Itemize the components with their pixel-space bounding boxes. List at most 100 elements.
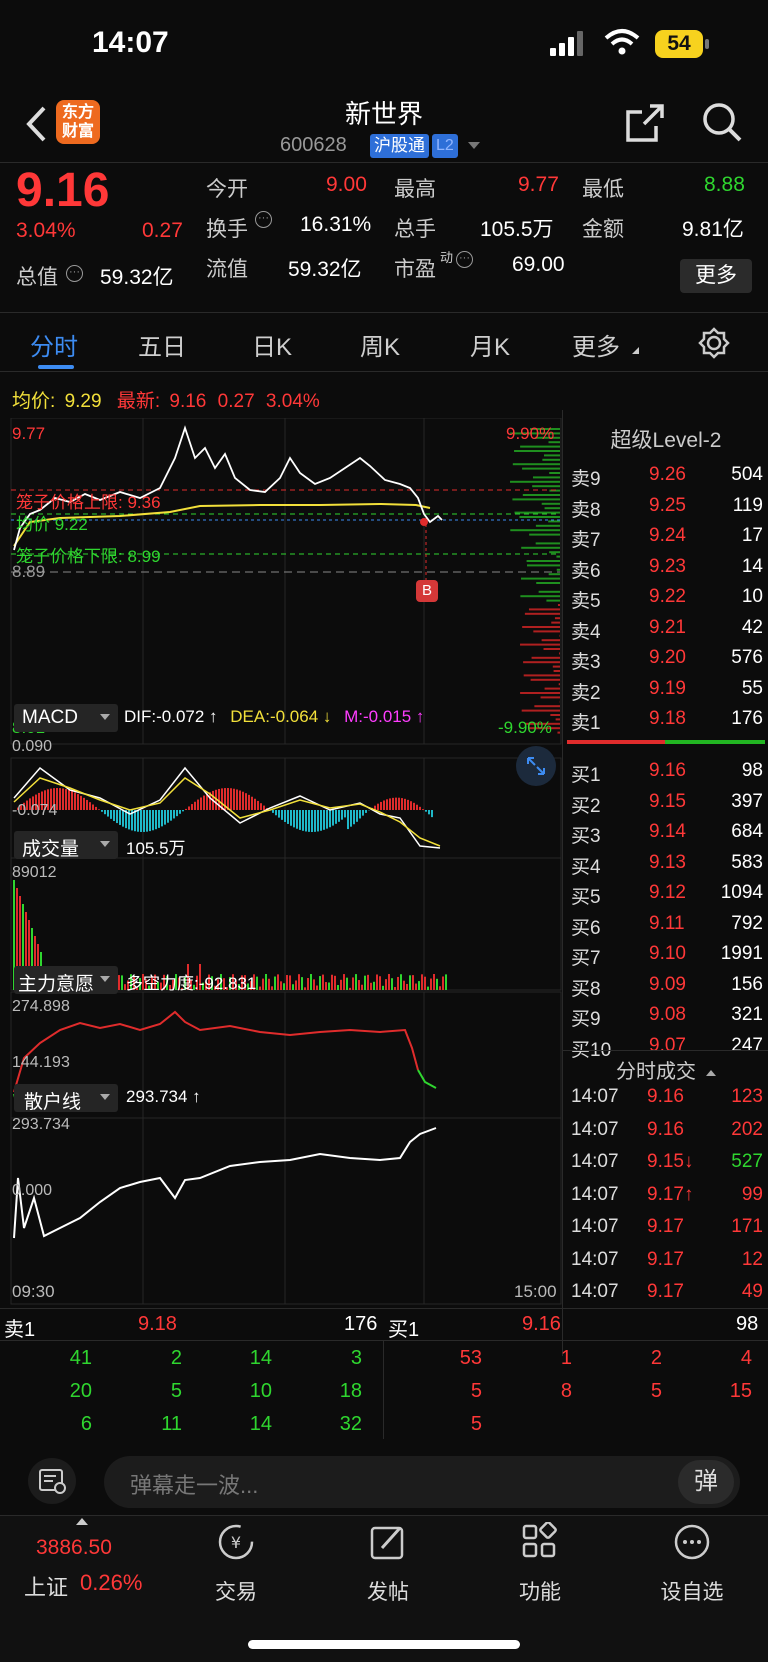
ask-row[interactable]: 卖8 9.25 119 bbox=[563, 491, 768, 521]
ask-row[interactable]: 卖2 9.19 55 bbox=[563, 674, 768, 704]
volume-bar bbox=[436, 978, 438, 990]
depth-bar bbox=[521, 577, 560, 580]
search-icon[interactable] bbox=[700, 100, 744, 144]
macd-bar bbox=[146, 810, 148, 832]
depth-bar bbox=[522, 626, 560, 628]
latest-change: 0.27 bbox=[217, 391, 255, 412]
volume-selector[interactable]: 成交量 bbox=[14, 831, 118, 860]
chevron-up-icon bbox=[706, 1069, 716, 1076]
ask-row[interactable]: 卖5 9.22 10 bbox=[563, 582, 768, 612]
latest-label: 最新: bbox=[116, 391, 161, 412]
bottom-nav: 3886.50 上证 0.26% ¥ 交易 发帖 功能 设自选 bbox=[0, 1515, 768, 1662]
queue-ask-label: 卖1 bbox=[4, 1319, 36, 1341]
ask-queue-order: 3 bbox=[350, 1347, 362, 1369]
bid-level-label: 买1 bbox=[571, 765, 601, 786]
chevron-down-icon bbox=[100, 976, 110, 982]
retail-selector[interactable]: 散户线 bbox=[14, 1084, 118, 1113]
amount-label: 金额 bbox=[582, 218, 624, 241]
trades-header[interactable]: 分时成交 bbox=[563, 1050, 768, 1083]
order-queue-panel: 卖1 9.18 176 买1 9.16 98 41 2 14 3 20 5 10 18 6 11 1… bbox=[0, 1308, 768, 1440]
macd-bar bbox=[185, 808, 187, 810]
danmu-send-icon[interactable]: 弹 bbox=[678, 1460, 734, 1504]
tab-daily-k[interactable]: 日K bbox=[252, 327, 292, 362]
volume-bar bbox=[271, 986, 273, 990]
ask-price: 9.26 bbox=[649, 464, 686, 485]
macd-m: M:-0.015 ↑ bbox=[344, 707, 425, 726]
bid-row[interactable]: 买4 9.13 583 bbox=[563, 848, 768, 878]
bid-row[interactable]: 买6 9.11 792 bbox=[563, 909, 768, 939]
ask-row[interactable]: 卖7 9.24 17 bbox=[563, 521, 768, 551]
volume-bar bbox=[262, 978, 264, 990]
trade-volume: 202 bbox=[731, 1118, 763, 1140]
bid-row[interactable]: 买5 9.12 1094 bbox=[563, 878, 768, 908]
ask-row[interactable]: 卖4 9.21 42 bbox=[563, 613, 768, 643]
queue-bid-label: 买1 bbox=[388, 1319, 420, 1341]
depth-bar bbox=[522, 494, 560, 496]
bid-ask-ratio-red bbox=[567, 740, 665, 744]
trade-price: 9.17 bbox=[647, 1248, 684, 1270]
bid-row[interactable]: 买3 9.14 684 bbox=[563, 817, 768, 847]
volume-bar bbox=[343, 974, 345, 990]
more-button[interactable]: 更多 bbox=[680, 259, 752, 293]
hk-connect-badge: 沪股通 bbox=[370, 134, 429, 158]
macd-bar bbox=[104, 810, 106, 815]
macd-bar bbox=[158, 810, 160, 828]
ask-level-label: 卖7 bbox=[571, 530, 601, 551]
bid-row[interactable]: 买8 9.09 156 bbox=[563, 970, 768, 1000]
high-label: 最高 bbox=[394, 178, 436, 201]
dropdown-caret-icon[interactable] bbox=[468, 142, 480, 149]
ask-row[interactable]: 卖3 9.20 576 bbox=[563, 643, 768, 673]
depth-bar bbox=[529, 533, 560, 536]
ask-queue-order: 14 bbox=[249, 1347, 272, 1369]
ask-queue-order: 32 bbox=[339, 1413, 362, 1435]
bid-row[interactable]: 买2 9.15 397 bbox=[563, 787, 768, 817]
depth-bar bbox=[520, 595, 560, 598]
macd-bar bbox=[233, 788, 235, 810]
tab-five-day[interactable]: 五日 bbox=[138, 327, 186, 362]
ask-price: 9.24 bbox=[649, 525, 686, 546]
main-force-selector[interactable]: 主力意愿 bbox=[14, 966, 118, 995]
settings-gear-icon[interactable] bbox=[698, 327, 730, 359]
trade-volume: 527 bbox=[731, 1151, 763, 1172]
bid-row[interactable]: 买7 9.10 1991 bbox=[563, 939, 768, 969]
macd-selector[interactable]: MACD bbox=[14, 704, 118, 732]
ask-row[interactable]: 卖1 9.18 176 bbox=[563, 704, 768, 734]
danmu-toggle-icon[interactable] bbox=[28, 1458, 76, 1504]
volume-bar bbox=[292, 984, 294, 990]
tab-weekly-k[interactable]: 周K bbox=[360, 327, 400, 362]
trade-price: 9.16 bbox=[647, 1118, 684, 1140]
volume-bar bbox=[376, 974, 378, 990]
info-icon[interactable]: ··· bbox=[456, 251, 473, 268]
depth-bar bbox=[521, 546, 560, 549]
bid-row[interactable]: 买9 9.08 321 bbox=[563, 1000, 768, 1030]
tab-intraday[interactable]: 分时 bbox=[30, 327, 78, 362]
info-icon[interactable]: ··· bbox=[255, 211, 272, 228]
volume-bar bbox=[394, 987, 396, 990]
ask-volume: 504 bbox=[731, 464, 763, 485]
volume-bar bbox=[391, 978, 393, 990]
ask-level-label: 卖8 bbox=[571, 499, 601, 521]
tab-monthly-k[interactable]: 月K bbox=[470, 327, 510, 362]
bid-queue-order: 5 bbox=[470, 1413, 482, 1435]
depth-bar bbox=[523, 661, 560, 664]
macd-bar bbox=[86, 799, 88, 810]
buy-marker[interactable]: B bbox=[416, 580, 438, 602]
danmu-input[interactable]: 弹幕走一波... 弹 bbox=[104, 1456, 740, 1508]
ask-row[interactable]: 卖6 9.23 14 bbox=[563, 552, 768, 582]
volume-bar bbox=[442, 976, 444, 990]
tab-more[interactable]: 更多 bbox=[572, 327, 620, 362]
macd-bar bbox=[260, 803, 262, 810]
depth-bar bbox=[531, 656, 560, 659]
expand-icon[interactable] bbox=[516, 746, 556, 786]
macd-bar bbox=[236, 789, 238, 810]
info-icon[interactable]: ··· bbox=[66, 265, 83, 282]
ask-row[interactable]: 卖9 9.26 504 bbox=[563, 460, 768, 490]
trade-time: 14:07 bbox=[571, 1118, 619, 1140]
bid-volume: 792 bbox=[731, 912, 763, 934]
macd-bar bbox=[176, 810, 178, 817]
depth-bar bbox=[536, 582, 560, 584]
bid-row[interactable]: 买1 9.16 98 bbox=[563, 756, 768, 786]
share-icon[interactable] bbox=[624, 102, 666, 144]
volume-bar bbox=[427, 986, 429, 990]
post-edit-icon bbox=[370, 1526, 404, 1560]
